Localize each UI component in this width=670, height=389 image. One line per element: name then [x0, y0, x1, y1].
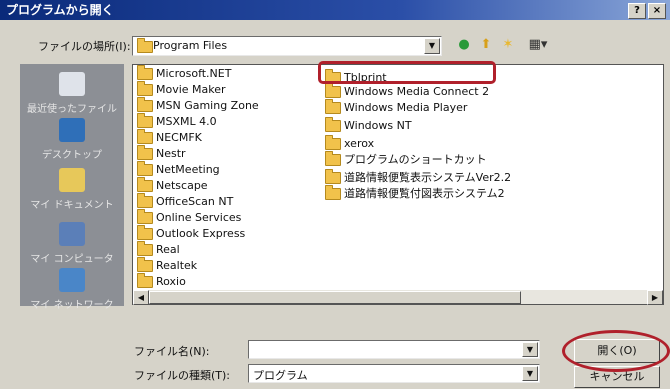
my-network-icon [59, 268, 85, 292]
filetype-select[interactable]: プログラム ▼ [248, 364, 540, 383]
list-item[interactable]: Real [137, 241, 180, 257]
dialog-title: プログラムから開く [6, 3, 114, 17]
place-desktop[interactable]: デスクトップ [20, 118, 124, 161]
folder-icon [137, 113, 153, 128]
lookin-value: Program Files [153, 39, 228, 52]
folder-icon [137, 209, 153, 224]
folder-icon [137, 65, 153, 80]
up-folder-icon[interactable]: ⬆ [478, 38, 494, 52]
folder-icon [137, 161, 153, 176]
lookin-label: ファイルの場所(I): [38, 40, 131, 53]
list-item[interactable]: Online Services [137, 209, 241, 225]
folder-icon [137, 177, 153, 192]
place-my-network[interactable]: マイ ネットワーク [20, 268, 124, 311]
list-item[interactable]: MSXML 4.0 [137, 113, 217, 129]
folder-icon [325, 83, 341, 98]
place-label: マイ ドキュメント [30, 200, 114, 211]
list-item[interactable]: xerox [325, 135, 374, 151]
back-icon[interactable]: ● [456, 38, 472, 52]
filename-input[interactable]: ▼ [248, 340, 540, 359]
folder-icon [325, 151, 341, 166]
folder-icon [325, 117, 341, 132]
list-item[interactable]: Roxio [137, 273, 186, 289]
place-label: 最近使ったファイル [27, 104, 117, 115]
filetype-label: ファイルの種類(T): [134, 369, 231, 382]
place-label: マイ ネットワーク [30, 300, 114, 311]
folder-icon [137, 81, 153, 96]
place-my-documents[interactable]: マイ ドキュメント [20, 168, 124, 211]
folder-icon [137, 225, 153, 240]
list-item[interactable]: Outlook Express [137, 225, 245, 241]
folder-icon [137, 97, 153, 112]
list-item[interactable]: 道路情報便覧付図表示システム2 [325, 185, 505, 201]
my-documents-icon [59, 168, 85, 192]
open-with-dialog: プログラムから開く ? × ファイルの場所(I): Program Files … [0, 0, 670, 389]
folder-icon [137, 145, 153, 160]
list-item[interactable]: Microsoft.NET [137, 65, 231, 81]
folder-icon [137, 273, 153, 288]
new-folder-icon[interactable]: ✶ [500, 38, 516, 52]
close-button[interactable]: × [648, 3, 666, 19]
place-label: デスクトップ [42, 150, 102, 161]
chevron-down-icon[interactable]: ▼ [522, 366, 538, 381]
list-item[interactable]: Windows Media Player [325, 99, 467, 115]
my-computer-icon [59, 222, 85, 246]
scroll-thumb[interactable] [149, 291, 521, 304]
list-item[interactable]: Windows NT [325, 117, 412, 133]
list-item[interactable]: 道路情報便覧表示システムVer2.2 [325, 169, 511, 185]
chevron-down-icon[interactable]: ▼ [522, 342, 538, 357]
recent-files-icon [59, 72, 85, 96]
place-my-computer[interactable]: マイ コンピュータ [20, 222, 124, 265]
list-item[interactable]: Nestr [137, 145, 186, 161]
list-item[interactable]: Movie Maker [137, 81, 226, 97]
list-item[interactable]: NECMFK [137, 129, 202, 145]
list-item[interactable]: Windows Media Connect 2 [325, 83, 489, 99]
folder-icon [137, 241, 153, 256]
scroll-right-icon[interactable]: ▶ [647, 290, 663, 305]
place-recent[interactable]: 最近使ったファイル [20, 72, 124, 115]
title-bar[interactable]: プログラムから開く ? × [0, 0, 670, 20]
list-item[interactable]: プログラムのショートカット [325, 151, 487, 167]
places-bar: 最近使ったファイル デスクトップ マイ ドキュメント マイ コンピュータ マイ … [20, 64, 124, 311]
folder-icon [325, 169, 341, 184]
folder-icon [325, 135, 341, 150]
filetype-value: プログラム [253, 369, 308, 382]
list-item[interactable]: Realtek [137, 257, 197, 273]
list-item[interactable]: OfficeScan NT [137, 193, 233, 209]
list-item[interactable]: MSN Gaming Zone [137, 97, 259, 113]
scroll-left-icon[interactable]: ◀ [133, 290, 149, 305]
folder-icon [137, 257, 153, 272]
highlight-annotation-open [562, 330, 670, 372]
lookin-combo[interactable]: Program Files ▼ [132, 36, 442, 56]
desktop-icon [59, 118, 85, 142]
folder-icon [137, 129, 153, 144]
filename-label: ファイル名(N): [134, 345, 210, 358]
file-list[interactable]: Microsoft.NET Movie Maker MSN Gaming Zon… [132, 64, 664, 292]
folder-icon [137, 193, 153, 208]
list-item[interactable]: Netscape [137, 177, 208, 193]
folder-icon [325, 99, 341, 114]
folder-icon [137, 38, 153, 53]
highlight-annotation-tblprint [318, 61, 496, 84]
help-button[interactable]: ? [628, 3, 646, 19]
horizontal-scrollbar[interactable]: ◀ ▶ [132, 290, 664, 305]
list-item[interactable]: NetMeeting [137, 161, 220, 177]
chevron-down-icon[interactable]: ▼ [424, 38, 440, 54]
view-menu-icon[interactable]: ▦▾ [526, 38, 550, 52]
folder-icon [325, 185, 341, 200]
place-label: マイ コンピュータ [30, 254, 114, 265]
